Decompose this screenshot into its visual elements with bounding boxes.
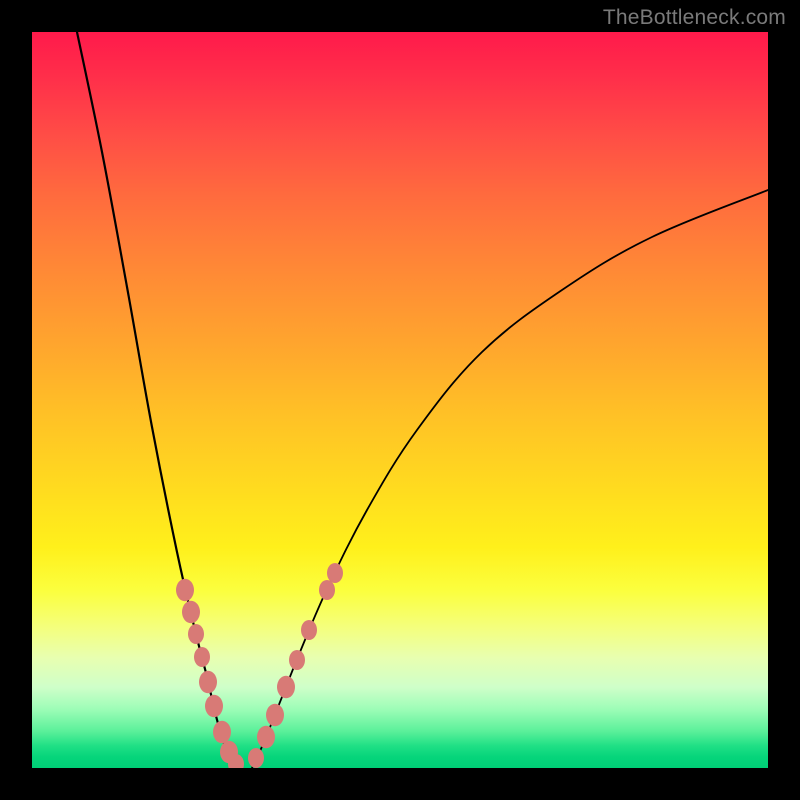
bead-marker [194,647,210,667]
bead-marker [205,695,223,718]
bead-marker [257,726,275,749]
bead-marker [319,580,335,600]
watermark-text: TheBottleneck.com [603,6,786,30]
bead-marker [182,601,200,624]
bead-marker [277,676,295,699]
chart-frame: TheBottleneck.com [0,0,800,800]
bead-marker [213,721,231,744]
bead-marker [289,650,305,670]
right-curve [252,190,768,768]
left-curve [77,32,238,768]
bead-marker [188,624,204,644]
plot-area [32,32,768,768]
bead-marker [301,620,317,640]
bead-marker [176,579,194,602]
bead-marker [266,704,284,727]
chart-svg [32,32,768,768]
bead-marker [327,563,343,583]
bead-marker [248,748,264,768]
bead-marker [199,671,217,694]
beads-group [176,563,343,768]
